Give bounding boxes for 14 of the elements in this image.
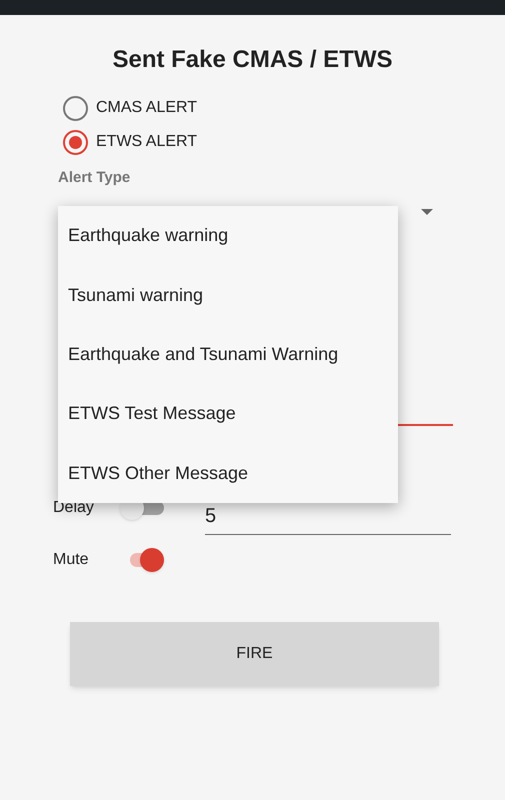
menu-item[interactable]: Earthquake warning [58,206,398,266]
field-label: Alert Type [58,168,132,188]
radio-button[interactable] [63,96,88,120]
text-field-underline [398,424,453,426]
menu-item[interactable]: Earthquake and Tsunami Warning [58,324,398,384]
fire-button[interactable]: FIRE [70,622,439,686]
radio-button[interactable] [63,130,88,154]
dropdown-arrow-icon [421,208,433,214]
radio-label: ETWS ALERT [96,132,198,152]
menu-item[interactable]: ETWS Test Message [58,384,398,444]
screen-title: Sent Fake CMAS / ETWS [111,45,394,75]
radio-label: CMAS ALERT [96,98,198,118]
menu-item[interactable]: Tsunami warning [58,265,398,325]
switch-label: Mute [53,550,90,570]
